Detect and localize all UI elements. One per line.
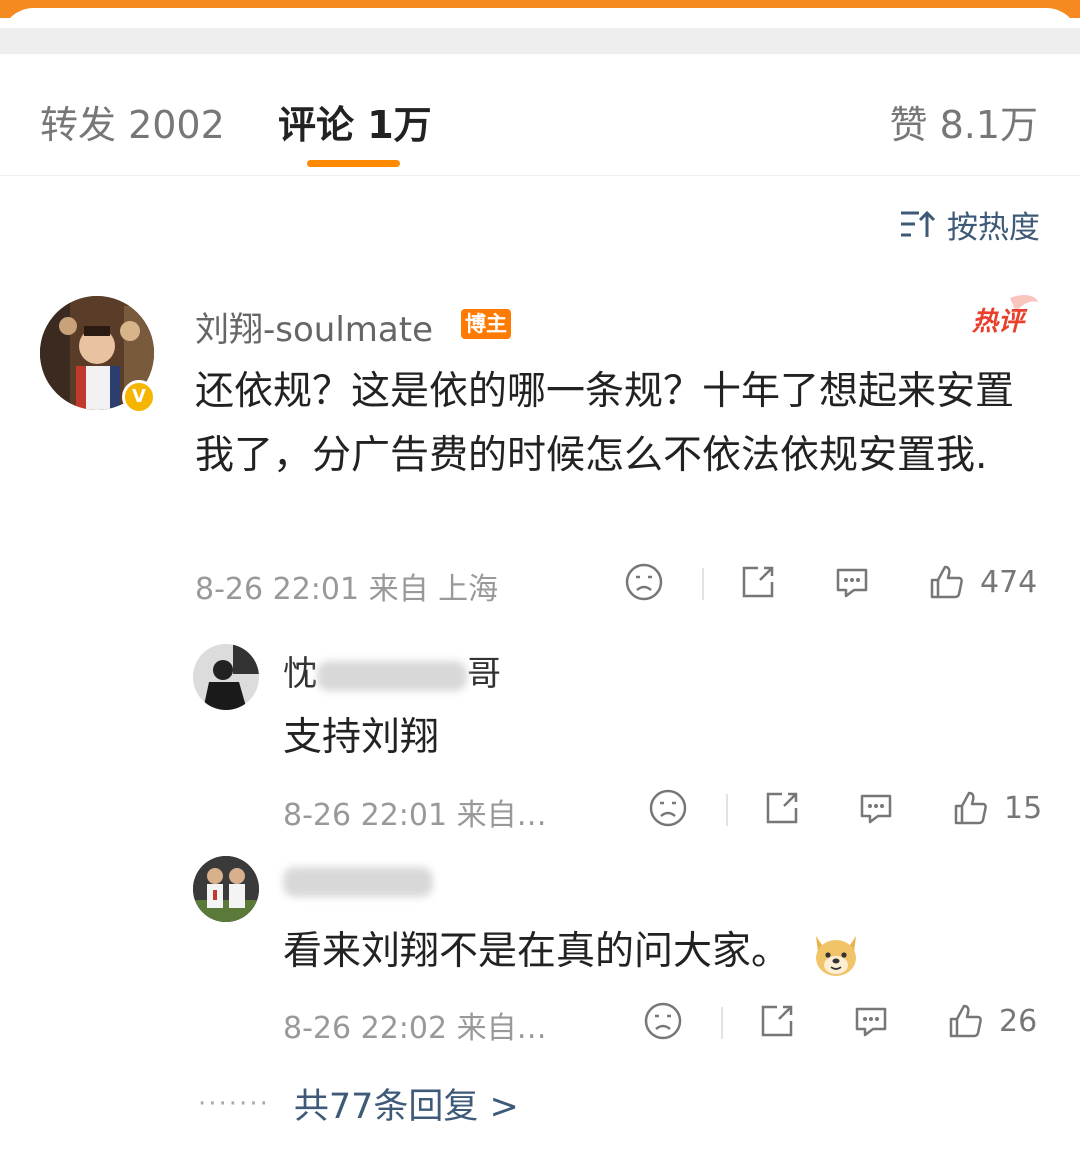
like-count: 474 xyxy=(980,564,1038,600)
comment-icon xyxy=(855,1007,887,1037)
comment-icon xyxy=(836,568,868,598)
sad-face-icon xyxy=(625,563,663,601)
share-icon xyxy=(761,1005,793,1037)
sheet-header-bar xyxy=(0,28,1080,54)
sort-icon xyxy=(901,210,935,237)
sad-face-icon xyxy=(649,789,687,827)
hot-comment-tag-icon: 热评 xyxy=(971,295,1038,337)
tab-forward[interactable]: 转发 2002 xyxy=(40,94,225,149)
divider xyxy=(726,794,728,826)
divider xyxy=(702,568,704,600)
reply-avatar[interactable] xyxy=(193,856,259,922)
reply-text: 看来刘翔不是在真的问大家。 xyxy=(283,920,862,980)
reply-avatar-image xyxy=(193,856,259,922)
share-button[interactable] xyxy=(762,788,802,828)
share-icon xyxy=(766,792,798,824)
hot-comment-tag-label: 热评 xyxy=(971,307,1028,337)
reply-username[interactable] xyxy=(283,860,433,900)
thread-dots: ······· xyxy=(198,1088,270,1119)
dislike-button[interactable] xyxy=(643,1001,683,1041)
more-replies-row: ······· 共77条回复 > xyxy=(198,1078,519,1129)
comment-text: 还依规？这是依的哪一条规？十年了想起来安置我了，分广告费的时候怎么不依法依规安置… xyxy=(195,369,1015,478)
comment-meta: 8-26 22:01 来自 上海 xyxy=(195,572,499,607)
tab-comment[interactable]: 评论 1万 xyxy=(278,94,432,149)
doge-emoji-icon xyxy=(816,935,857,976)
like-count: 15 xyxy=(1004,790,1043,826)
reply-actions: 15 xyxy=(648,788,1042,832)
comment-icon xyxy=(860,794,892,824)
reply-button[interactable] xyxy=(856,788,896,828)
share-button[interactable] xyxy=(738,562,778,602)
dislike-button[interactable] xyxy=(624,562,664,602)
thumbs-up-icon xyxy=(949,1004,982,1038)
like-button[interactable]: 15 xyxy=(950,788,1042,828)
tab-bar: 转发 2002 评论 1万 赞 8.1万 xyxy=(0,56,1080,176)
reply-username[interactable]: 忱哥 xyxy=(283,646,501,695)
dislike-button[interactable] xyxy=(648,788,688,828)
reply-text: 支持刘翔 xyxy=(283,715,440,760)
reply-meta: 8-26 22:02 来自… xyxy=(283,1011,547,1046)
blurred-name xyxy=(317,660,467,691)
blogger-badge: 博主 xyxy=(461,309,511,339)
active-tab-indicator xyxy=(307,160,400,167)
comment-actions: 474 xyxy=(624,562,1040,606)
share-icon xyxy=(742,566,774,598)
verified-badge-icon: V xyxy=(122,380,156,414)
reply-username-prefix: 忱 xyxy=(283,654,317,694)
sort-label: 按热度 xyxy=(947,209,1040,246)
view-all-replies-link[interactable]: 共77条回复 > xyxy=(294,1078,519,1129)
sort-by-hot-button[interactable]: 按热度 xyxy=(899,204,1040,246)
like-button[interactable]: 474 xyxy=(926,562,1037,602)
tab-like[interactable]: 赞 8.1万 xyxy=(889,94,1038,149)
sad-face-icon xyxy=(644,1002,682,1040)
like-button[interactable]: 26 xyxy=(945,1001,1037,1041)
thumbs-up-icon xyxy=(930,565,963,599)
reply-avatar-image xyxy=(193,644,259,710)
comment-username[interactable]: 刘翔-soulmate xyxy=(195,302,433,351)
divider xyxy=(721,1007,723,1039)
reply-button[interactable] xyxy=(851,1001,891,1041)
reply-text-content: 看来刘翔不是在真的问大家。 xyxy=(283,929,791,974)
thumbs-up-icon xyxy=(954,791,987,825)
share-button[interactable] xyxy=(757,1001,797,1041)
like-count: 26 xyxy=(999,1003,1038,1039)
reply-avatar[interactable] xyxy=(193,644,259,710)
reply-button[interactable] xyxy=(832,562,872,602)
reply-meta: 8-26 22:01 来自… xyxy=(283,798,547,833)
blurred-name xyxy=(283,866,433,897)
reply-actions: 26 xyxy=(643,1001,1040,1045)
reply-username-suffix: 哥 xyxy=(467,654,501,694)
